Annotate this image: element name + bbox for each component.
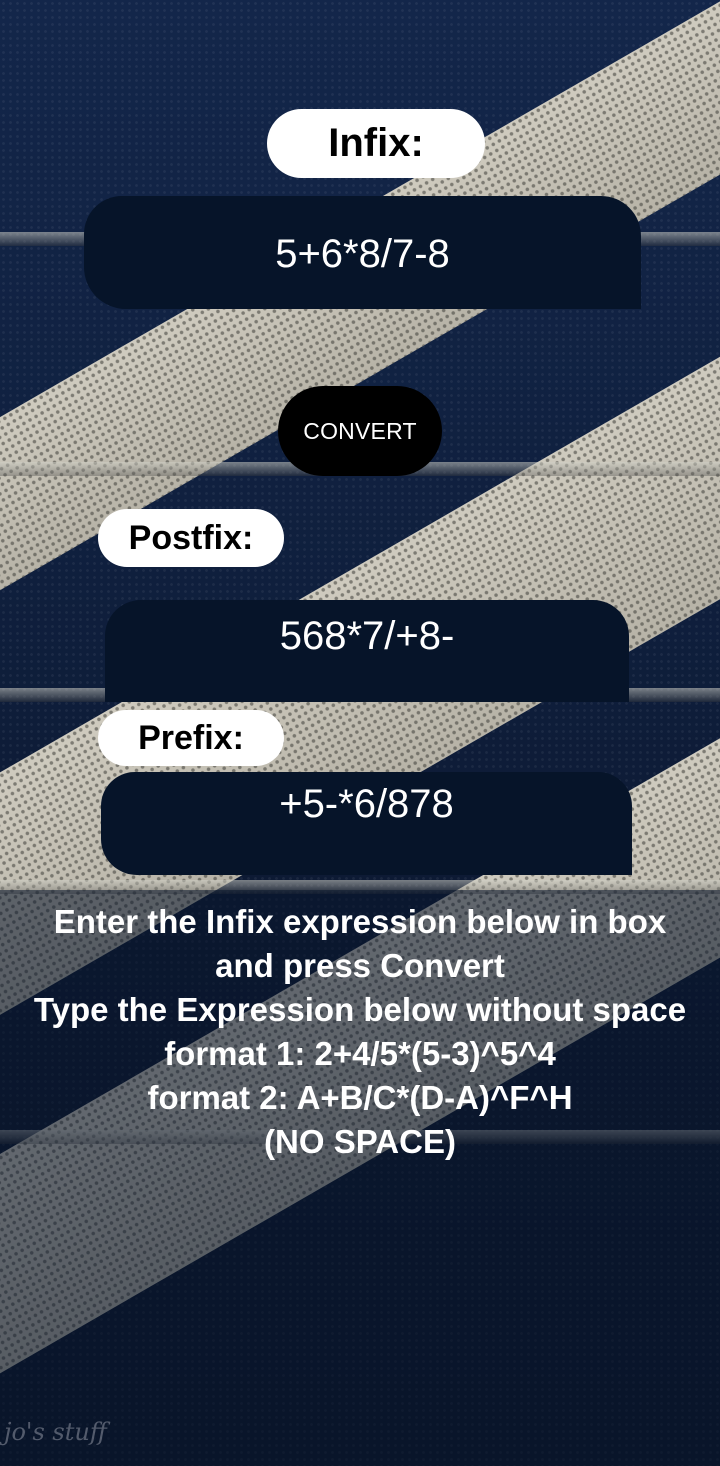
instruction-line: Enter the Infix expression below in box	[53, 903, 667, 940]
instruction-line: Type the Expression below without space	[33, 991, 687, 1028]
instruction-line: format 2: A+B/C*(D-A)^F^H	[147, 1079, 573, 1116]
postfix-output: 568*7/+8-	[105, 600, 629, 702]
postfix-label-text: Postfix:	[128, 518, 254, 557]
prefix-label: Prefix:	[98, 710, 284, 766]
instruction-line: and press Convert	[215, 947, 505, 984]
instruction-line: (NO SPACE)	[264, 1123, 456, 1160]
instruction-line: format 1: 2+4/5*(5-3)^5^4	[164, 1035, 556, 1072]
prefix-output: +5-*6/878	[101, 772, 632, 875]
infix-label-text: Infix:	[328, 121, 424, 165]
postfix-output-value: 568*7/+8-	[279, 614, 455, 658]
instructions-text: Enter the Infix expression below in box …	[0, 900, 720, 1164]
prefix-output-value: +5-*6/878	[279, 782, 454, 826]
infix-input[interactable]: 5+6*8/7-8	[84, 196, 641, 309]
convert-button[interactable]: CONVERT	[278, 386, 442, 476]
prefix-label-text: Prefix:	[138, 718, 244, 757]
infix-input-value: 5+6*8/7-8	[275, 232, 450, 276]
postfix-label: Postfix:	[98, 509, 284, 567]
watermark: jo's stuff	[4, 1418, 107, 1446]
infix-label: Infix:	[267, 109, 485, 178]
